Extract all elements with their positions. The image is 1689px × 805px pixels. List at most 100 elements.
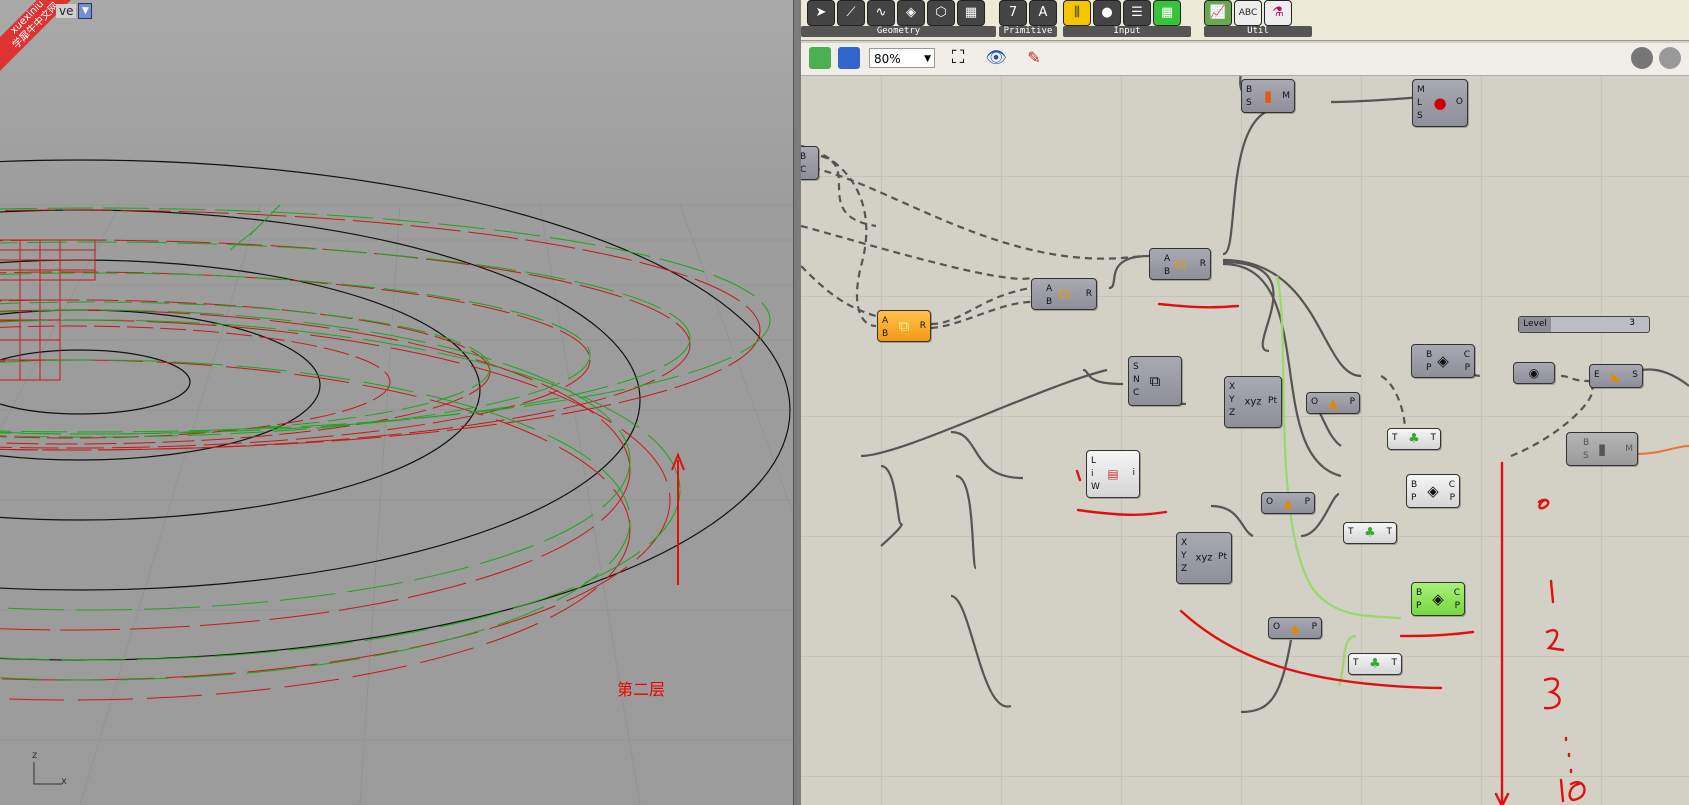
series-icon: ⧉: [1149, 372, 1161, 390]
merge-inputs: BS: [1246, 85, 1253, 108]
merge-component-disabled[interactable]: BS ▮ M: [1566, 432, 1638, 466]
tree-3-input: T: [1353, 658, 1359, 668]
sphere-output: O: [1455, 97, 1463, 107]
xy-plane-component-3[interactable]: O ▲ P: [1268, 617, 1322, 639]
ribbon-group-geometry: ➤ ⟋ ∿ ◈ ⬡ ▦ Geometry: [801, 0, 996, 38]
flask-icon[interactable]: ⚗: [1264, 0, 1292, 26]
list-item-component[interactable]: LiW ▤ i: [1086, 450, 1140, 498]
union-2-inputs: AB: [1046, 284, 1053, 307]
union-component-1[interactable]: AB ⧉ R: [1149, 248, 1211, 280]
rhino-viewport[interactable]: xuexiniu 学犀牛中文网 ve ▼ 第二层 z x: [0, 0, 793, 805]
button-icon[interactable]: ●: [1093, 0, 1121, 26]
list-item-output: i: [1132, 468, 1135, 478]
series-inputs: SNC: [1133, 362, 1140, 398]
viewport-dropdown-icon[interactable]: ▼: [78, 3, 93, 19]
viewport-title-bar[interactable]: ve ▼: [0, 3, 93, 19]
sketch-pen-icon[interactable]: ✎: [1023, 47, 1045, 69]
merge-component-top[interactable]: BS ▮ M: [1241, 79, 1295, 113]
union-component-2[interactable]: AB ⧉ R: [1031, 278, 1097, 310]
brep-section-icon: ◈: [1437, 352, 1449, 370]
text-icon[interactable]: A: [1029, 0, 1057, 26]
xy-plane-component-2[interactable]: O ▲ P: [1261, 492, 1315, 514]
zoom-level-select[interactable]: 80% ▼: [869, 48, 935, 68]
extrude-component[interactable]: E ◣ S: [1589, 364, 1643, 388]
brep-plane-1-outputs: CP: [1463, 350, 1470, 373]
brep-plane-component-2[interactable]: BP ◈ CP: [1406, 474, 1460, 508]
clipped-component-bc[interactable]: BC: [801, 146, 819, 180]
brep-plane-3-inputs: BP: [1416, 588, 1423, 611]
grasshopper-window[interactable]: ➤ ⟋ ∿ ◈ ⬡ ▦ Geometry 7 A Primitive ⫼ ● ☰…: [801, 0, 1689, 805]
eye-icon[interactable]: 👁: [985, 47, 1007, 69]
brep-plane-2-inputs: BP: [1411, 480, 1418, 503]
component-ribbon: ➤ ⟋ ∿ ◈ ⬡ ▦ Geometry 7 A Primitive ⫼ ● ☰…: [801, 0, 1689, 41]
construct-point-1-output: Pt: [1268, 396, 1277, 406]
canvas-toolbar: 80% ▼ ⛶ 👁 ✎: [801, 43, 1689, 76]
extrude-input: E: [1594, 370, 1600, 380]
level-number-slider[interactable]: Level 3: [1518, 316, 1650, 333]
axis-z-label: z: [32, 750, 38, 761]
xy-plane-2-input: O: [1266, 497, 1274, 507]
arrow-icon[interactable]: ➤: [807, 0, 835, 26]
brep-plane-1-inputs: BP: [1426, 350, 1433, 373]
brep-icon[interactable]: ⬡: [927, 0, 955, 26]
grid-icon[interactable]: ▦: [1153, 0, 1181, 26]
tree-2-output: T: [1386, 527, 1393, 537]
tree-icon: ♣: [1408, 431, 1420, 447]
zoom-level-value: 80%: [874, 52, 901, 66]
tree-component-1[interactable]: T ♣ T: [1387, 428, 1441, 450]
plane-icon: ▲: [1283, 496, 1293, 510]
sphere-component[interactable]: MLS ● O: [1412, 79, 1468, 127]
tree-icon: ♣: [1364, 525, 1376, 541]
point-icon: xyz: [1195, 552, 1213, 564]
preview-mode-icon[interactable]: [1631, 47, 1653, 69]
ribbon-label-primitive: Primitive: [999, 26, 1057, 37]
grasshopper-canvas[interactable]: BS ▮ M MLS ● O BC AB ⧉ R AB ⧉ R AB ⧉ R S…: [801, 76, 1689, 805]
green-panels: [0, 204, 771, 681]
zoom-extents-icon[interactable]: ⛶: [947, 47, 969, 69]
construct-point-component-2[interactable]: XYZ xyz Pt: [1176, 532, 1232, 584]
construct-point-2-inputs: XYZ: [1181, 538, 1188, 574]
extrude-icon: ◣: [1611, 369, 1621, 383]
open-file-icon[interactable]: [809, 47, 831, 69]
ribbon-label-util: Util: [1204, 26, 1312, 37]
plane-icon: ▲: [1290, 621, 1300, 635]
display-mode-icon[interactable]: [1659, 47, 1681, 69]
union-component-3[interactable]: AB ⧉ R: [877, 310, 931, 342]
series-component[interactable]: SNC ⧉: [1128, 356, 1182, 406]
axis-gizmo: [33, 762, 62, 785]
xy-plane-1-input: O: [1311, 397, 1319, 407]
save-icon[interactable]: [838, 47, 860, 69]
construct-point-component-1[interactable]: XYZ xyz Pt: [1224, 376, 1282, 428]
abc-icon[interactable]: ABC: [1234, 0, 1262, 26]
tree-component-3[interactable]: T ♣ T: [1348, 653, 1402, 675]
surface-icon[interactable]: ◈: [897, 0, 925, 26]
ribbon-group-primitive: 7 A Primitive: [999, 0, 1057, 38]
mesh-icon[interactable]: ▦: [957, 0, 985, 26]
sphere-icon: ●: [1433, 94, 1447, 112]
tree-component-2[interactable]: T ♣ T: [1343, 522, 1397, 544]
viewport-title[interactable]: ve: [56, 4, 77, 18]
xy-plane-1-output: P: [1349, 397, 1355, 407]
point-icon: xyz: [1244, 396, 1262, 408]
curve-icon[interactable]: ∿: [867, 0, 895, 26]
line-icon[interactable]: ⟋: [837, 0, 865, 26]
slider-icon[interactable]: ⫼: [1063, 0, 1091, 26]
brep-plane-component-3[interactable]: BP ◈ CP: [1411, 582, 1465, 616]
list-icon[interactable]: ☰: [1123, 0, 1151, 26]
tree-3-output: T: [1391, 658, 1398, 668]
relay-component[interactable]: ◉: [1513, 362, 1555, 384]
chevron-down-icon[interactable]: ▼: [924, 49, 931, 69]
list-item-inputs: LiW: [1091, 456, 1100, 492]
wires-layer: [801, 76, 1689, 805]
extrude-output: S: [1632, 370, 1638, 380]
perspective-scene[interactable]: [0, 0, 793, 805]
xy-plane-component-1[interactable]: O ▲ P: [1306, 392, 1360, 414]
brep-plane-component-1[interactable]: BP ◈ CP: [1411, 344, 1475, 378]
brep-plane-2-outputs: CP: [1448, 480, 1455, 503]
brep-plane-3-outputs: CP: [1453, 588, 1460, 611]
plane-icon: ▲: [1328, 396, 1338, 410]
number-icon[interactable]: 7: [999, 0, 1027, 26]
graph-icon[interactable]: 📈: [1204, 0, 1232, 26]
union-icon: ⧉: [1058, 285, 1070, 303]
tree-wires: [801, 144, 1594, 458]
